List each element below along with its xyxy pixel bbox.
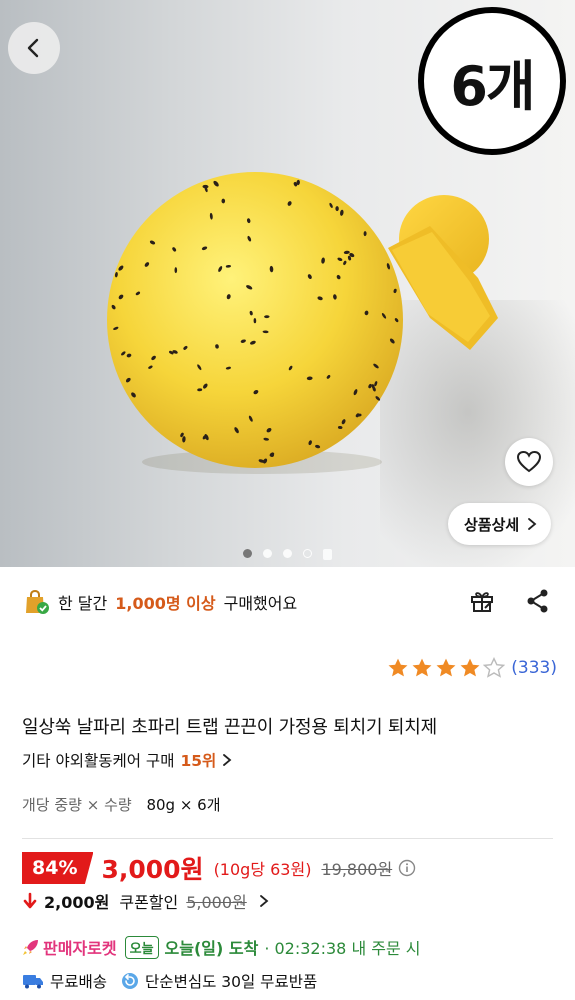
rank-value: 15위 [180, 752, 217, 770]
coupon-price: 5,000원 [186, 893, 247, 912]
sale-price: 3,000원 [101, 855, 204, 884]
rocket-icon [23, 940, 38, 955]
option-selector[interactable]: 개당 중량 × 수량 80g × 6개 [22, 794, 221, 815]
product-image-carousel[interactable]: 6개 상품상세 [0, 0, 575, 567]
today-badge: 오늘 [124, 935, 159, 959]
price-row: 84% 3,000원 (10g당 63원) 19,800원 [22, 850, 416, 886]
rocket-program: 판매자로켓 [43, 939, 117, 958]
unit-price: (10g당 63원) [213, 860, 312, 879]
coupon-amount: 2,000원 [44, 893, 110, 912]
back-button[interactable] [8, 22, 60, 74]
free-shipping: 무료배송 [50, 973, 108, 991]
product-detail-label: 상품상세 [464, 515, 520, 534]
star-rating [387, 657, 506, 679]
star-filled-icon [460, 658, 480, 677]
share-tools [469, 588, 551, 614]
star-filled-icon [388, 658, 408, 677]
chevron-right-icon [223, 754, 232, 766]
purchase-count-banner: 한 달간 1,000명 이상 구매했어요 [22, 588, 297, 616]
fly-mark [174, 267, 178, 274]
share-icon[interactable] [525, 588, 551, 614]
down-arrow-icon [23, 892, 37, 909]
coupon-row[interactable]: 2,000원 쿠폰할인 5,000원 [22, 889, 269, 913]
divider [22, 838, 553, 839]
shopping-bag-check-icon [26, 589, 49, 614]
star-empty-icon [483, 657, 506, 678]
delivery-row: 판매자로켓 오늘 오늘(일) 도착 · 02:32:38 내 주문 시 [22, 935, 421, 959]
star-filled-icon [436, 658, 456, 677]
carousel-dot[interactable] [303, 549, 312, 558]
category-label: 기타 야외활동케어 구매 [22, 752, 175, 770]
product-title: 일상쑥 날파리 초파리 트랩 끈끈이 가정용 퇴치기 퇴치제 [22, 717, 437, 738]
quantity-badge: 6개 [418, 7, 566, 155]
carousel-more-icon[interactable] [323, 549, 332, 560]
purchase-suffix: 구매했어요 [223, 594, 298, 613]
free-return: 단순변심도 30일 무료반품 [145, 973, 318, 991]
category-rank[interactable]: 기타 야외활동케어 구매 15위 [22, 749, 232, 771]
info-icon[interactable] [398, 859, 416, 877]
order-deadline: · 02:32:38 내 주문 시 [264, 939, 421, 958]
carousel-indicator [0, 549, 575, 560]
chevron-right-icon [259, 895, 269, 907]
star-filled-icon [412, 658, 432, 677]
heart-icon [516, 450, 542, 473]
coupon-label: 쿠폰할인 [119, 893, 179, 912]
chevron-left-icon [27, 38, 39, 58]
shipping-row: 무료배송 단순변심도 30일 무료반품 [22, 970, 317, 992]
gift-icon[interactable] [469, 588, 495, 614]
arrival-date: 오늘(일) 도착 [164, 939, 259, 958]
wishlist-button[interactable] [505, 438, 553, 486]
carousel-dot[interactable] [283, 549, 292, 558]
original-price: 19,800원 [321, 860, 393, 879]
chevron-right-icon [528, 518, 537, 530]
option-value: 80g × 6개 [146, 796, 221, 814]
purchase-prefix: 한 달간 [58, 594, 108, 613]
truck-icon [23, 975, 43, 989]
discount-badge: 84% [22, 852, 94, 884]
product-detail-button[interactable]: 상품상세 [448, 503, 552, 545]
review-count[interactable]: (333) [511, 658, 557, 678]
rating[interactable]: (333) [387, 657, 557, 679]
return-icon [122, 973, 139, 989]
purchase-count: 1,000명 이상 [115, 594, 216, 613]
carousel-dot[interactable] [263, 549, 272, 558]
option-label: 개당 중량 × 수량 [22, 796, 132, 814]
carousel-dot[interactable] [243, 549, 252, 558]
